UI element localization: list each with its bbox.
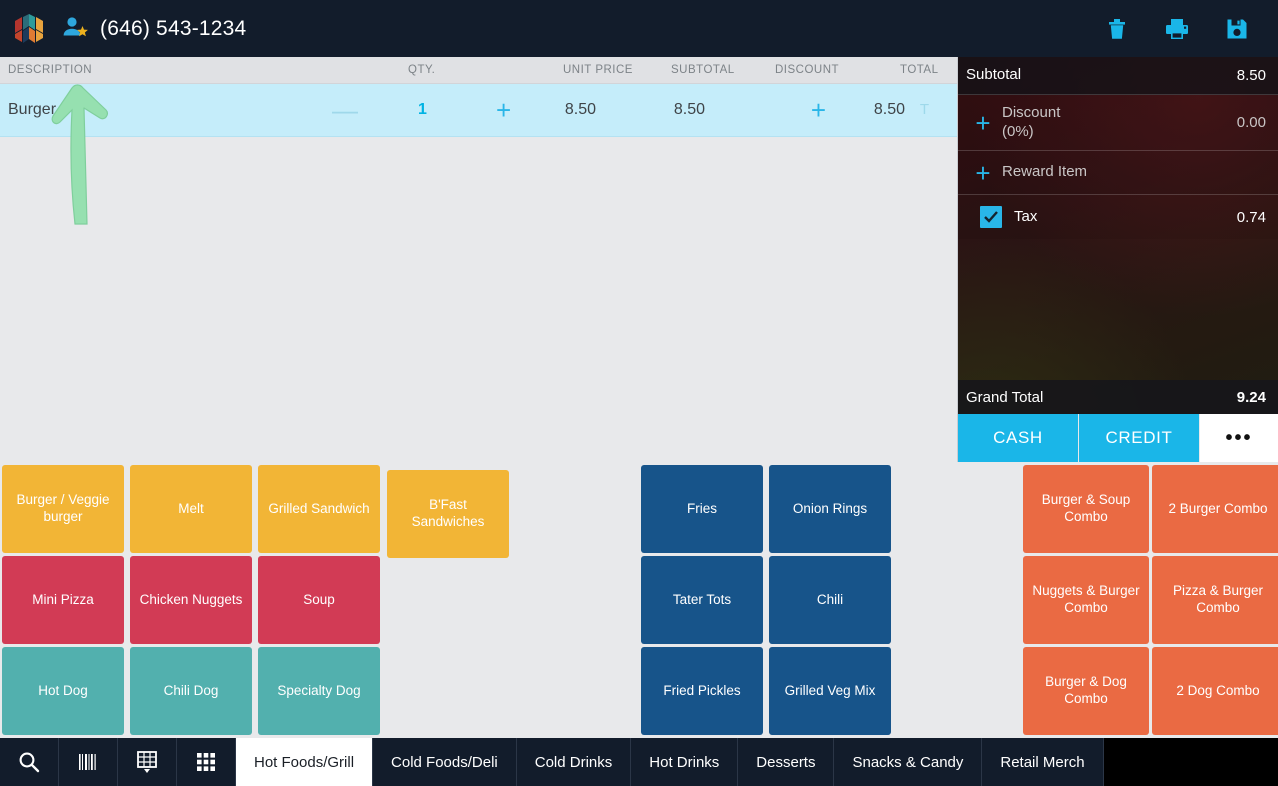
tab-cold-foods-deli[interactable]: Cold Foods/Deli bbox=[373, 738, 517, 786]
line-item-unit-price[interactable]: 8.50 bbox=[565, 84, 596, 136]
product-tile[interactable]: Soup bbox=[258, 556, 380, 644]
product-tile[interactable]: Nuggets & Burger Combo bbox=[1023, 556, 1149, 644]
customer-star-icon[interactable] bbox=[60, 15, 90, 43]
more-payment-options-button[interactable]: ••• bbox=[1200, 414, 1278, 462]
apps-grid-icon[interactable] bbox=[177, 738, 236, 786]
subtotal-label: Subtotal bbox=[966, 66, 1022, 84]
tab-retail-merch[interactable]: Retail Merch bbox=[982, 738, 1104, 786]
product-tile[interactable]: Chili Dog bbox=[130, 647, 252, 735]
grand-total-row: Grand Total 9.24 bbox=[958, 380, 1278, 414]
product-tile[interactable]: Onion Rings bbox=[769, 465, 891, 553]
product-tile[interactable]: Pizza & Burger Combo bbox=[1152, 556, 1278, 644]
ticket-table-header: DESCRIPTION QTY. UNIT PRICE SUBTOTAL DIS… bbox=[0, 57, 957, 84]
toolbar-empty-space bbox=[1103, 738, 1278, 786]
product-tile[interactable]: Burger & Dog Combo bbox=[1023, 647, 1149, 735]
reward-item-label: Reward Item bbox=[1002, 163, 1088, 181]
ticket-row[interactable]: Burger — 1 + 8.50 8.50 + 8.50 T bbox=[0, 84, 957, 137]
tax-row[interactable]: Tax 0.74 bbox=[958, 195, 1278, 239]
qty-decrement-button[interactable]: — bbox=[332, 84, 358, 136]
product-tile[interactable]: Grilled Veg Mix bbox=[769, 647, 891, 735]
cash-button[interactable]: CASH bbox=[958, 414, 1079, 462]
subtotal-row: Subtotal 8.50 bbox=[958, 57, 1278, 95]
product-tile[interactable]: Melt bbox=[130, 465, 252, 553]
discount-label-text: Discount bbox=[1002, 104, 1061, 122]
tax-value: 0.74 bbox=[1236, 208, 1266, 226]
keypad-dropdown-icon[interactable] bbox=[118, 738, 177, 786]
tab-cold-drinks[interactable]: Cold Drinks bbox=[516, 738, 632, 786]
pos-app-window: (646) 543-1234 DESCRIPTION QTY. UNIT PRI… bbox=[0, 0, 1278, 786]
line-item-subtotal: 8.50 bbox=[673, 101, 705, 118]
tax-checkbox[interactable] bbox=[980, 206, 1002, 228]
add-reward-item-button[interactable]: + bbox=[966, 160, 1000, 186]
product-tile[interactable]: Fries bbox=[641, 465, 763, 553]
customer-phone-number[interactable]: (646) 543-1234 bbox=[100, 17, 246, 41]
trash-icon[interactable] bbox=[1094, 9, 1140, 49]
grand-total-value: 9.24 bbox=[1236, 388, 1266, 406]
column-header-description: DESCRIPTION bbox=[8, 64, 93, 76]
product-tile[interactable]: Grilled Sandwich bbox=[258, 465, 380, 553]
print-icon[interactable] bbox=[1154, 9, 1200, 49]
add-discount-button[interactable]: + bbox=[966, 110, 1000, 136]
line-item-description[interactable]: Burger bbox=[8, 84, 56, 136]
line-item-total: 8.50 bbox=[873, 101, 905, 118]
column-header-qty: QTY. bbox=[408, 64, 436, 76]
search-icon[interactable] bbox=[0, 738, 59, 786]
leaf-logo-icon[interactable] bbox=[14, 13, 44, 45]
product-tile[interactable]: Tater Tots bbox=[641, 556, 763, 644]
discount-row[interactable]: + Discount (0%) 0.00 bbox=[958, 95, 1278, 151]
ticket-table: DESCRIPTION QTY. UNIT PRICE SUBTOTAL DIS… bbox=[0, 57, 958, 462]
barcode-icon[interactable] bbox=[59, 738, 118, 786]
totals-panel: Subtotal 8.50 + Discount (0%) 0.00 + Rew… bbox=[958, 57, 1278, 462]
product-grids: Burger / Veggie burger Melt Grilled Sand… bbox=[0, 463, 1278, 738]
column-header-discount: DISCOUNT bbox=[775, 64, 840, 76]
tab-desserts[interactable]: Desserts bbox=[738, 738, 835, 786]
reward-item-row[interactable]: + Reward Item bbox=[958, 151, 1278, 195]
product-tile[interactable]: Hot Dog bbox=[2, 647, 124, 735]
subtotal-value: 8.50 bbox=[1236, 67, 1266, 84]
discount-percent-text: (0%) bbox=[1002, 122, 1034, 140]
product-tile[interactable]: Burger / Veggie burger bbox=[2, 465, 124, 553]
column-header-unit-price: UNIT PRICE bbox=[563, 64, 633, 76]
product-tile[interactable]: Specialty Dog bbox=[258, 647, 380, 735]
product-tile[interactable]: Fried Pickles bbox=[641, 647, 763, 735]
product-tile[interactable]: Burger & Soup Combo bbox=[1023, 465, 1149, 553]
line-item-tax-flag: T bbox=[919, 101, 929, 118]
product-tile[interactable]: 2 Dog Combo bbox=[1152, 647, 1278, 735]
tax-label: Tax bbox=[1014, 207, 1038, 225]
qty-increment-button[interactable]: + bbox=[496, 84, 511, 136]
discount-value: 0.00 bbox=[1236, 114, 1266, 131]
discount-label: Discount (0%) bbox=[1002, 104, 1237, 141]
column-header-subtotal: SUBTOTAL bbox=[671, 64, 735, 76]
grand-total-label: Grand Total bbox=[966, 388, 1044, 406]
product-tile[interactable]: Chili bbox=[769, 556, 891, 644]
app-header: (646) 543-1234 bbox=[0, 0, 1278, 57]
tab-hot-foods-grill[interactable]: Hot Foods/Grill bbox=[236, 738, 374, 786]
tab-hot-drinks[interactable]: Hot Drinks bbox=[631, 738, 739, 786]
save-icon[interactable] bbox=[1214, 9, 1260, 49]
payment-buttons: CASH CREDIT ••• bbox=[958, 414, 1278, 462]
product-tile[interactable]: Mini Pizza bbox=[2, 556, 124, 644]
product-tile[interactable]: Chicken Nuggets bbox=[130, 556, 252, 644]
line-item-qty[interactable]: 1 bbox=[418, 84, 427, 136]
add-line-discount-button[interactable]: + bbox=[811, 84, 826, 136]
credit-button[interactable]: CREDIT bbox=[1079, 414, 1200, 462]
product-tile[interactable]: B'Fast Sandwiches bbox=[387, 470, 509, 558]
bottom-toolbar: Hot Foods/Grill Cold Foods/Deli Cold Dri… bbox=[0, 738, 1278, 786]
column-header-total: TOTAL bbox=[900, 64, 939, 76]
tab-snacks-candy[interactable]: Snacks & Candy bbox=[834, 738, 983, 786]
product-tile[interactable]: 2 Burger Combo bbox=[1152, 465, 1278, 553]
